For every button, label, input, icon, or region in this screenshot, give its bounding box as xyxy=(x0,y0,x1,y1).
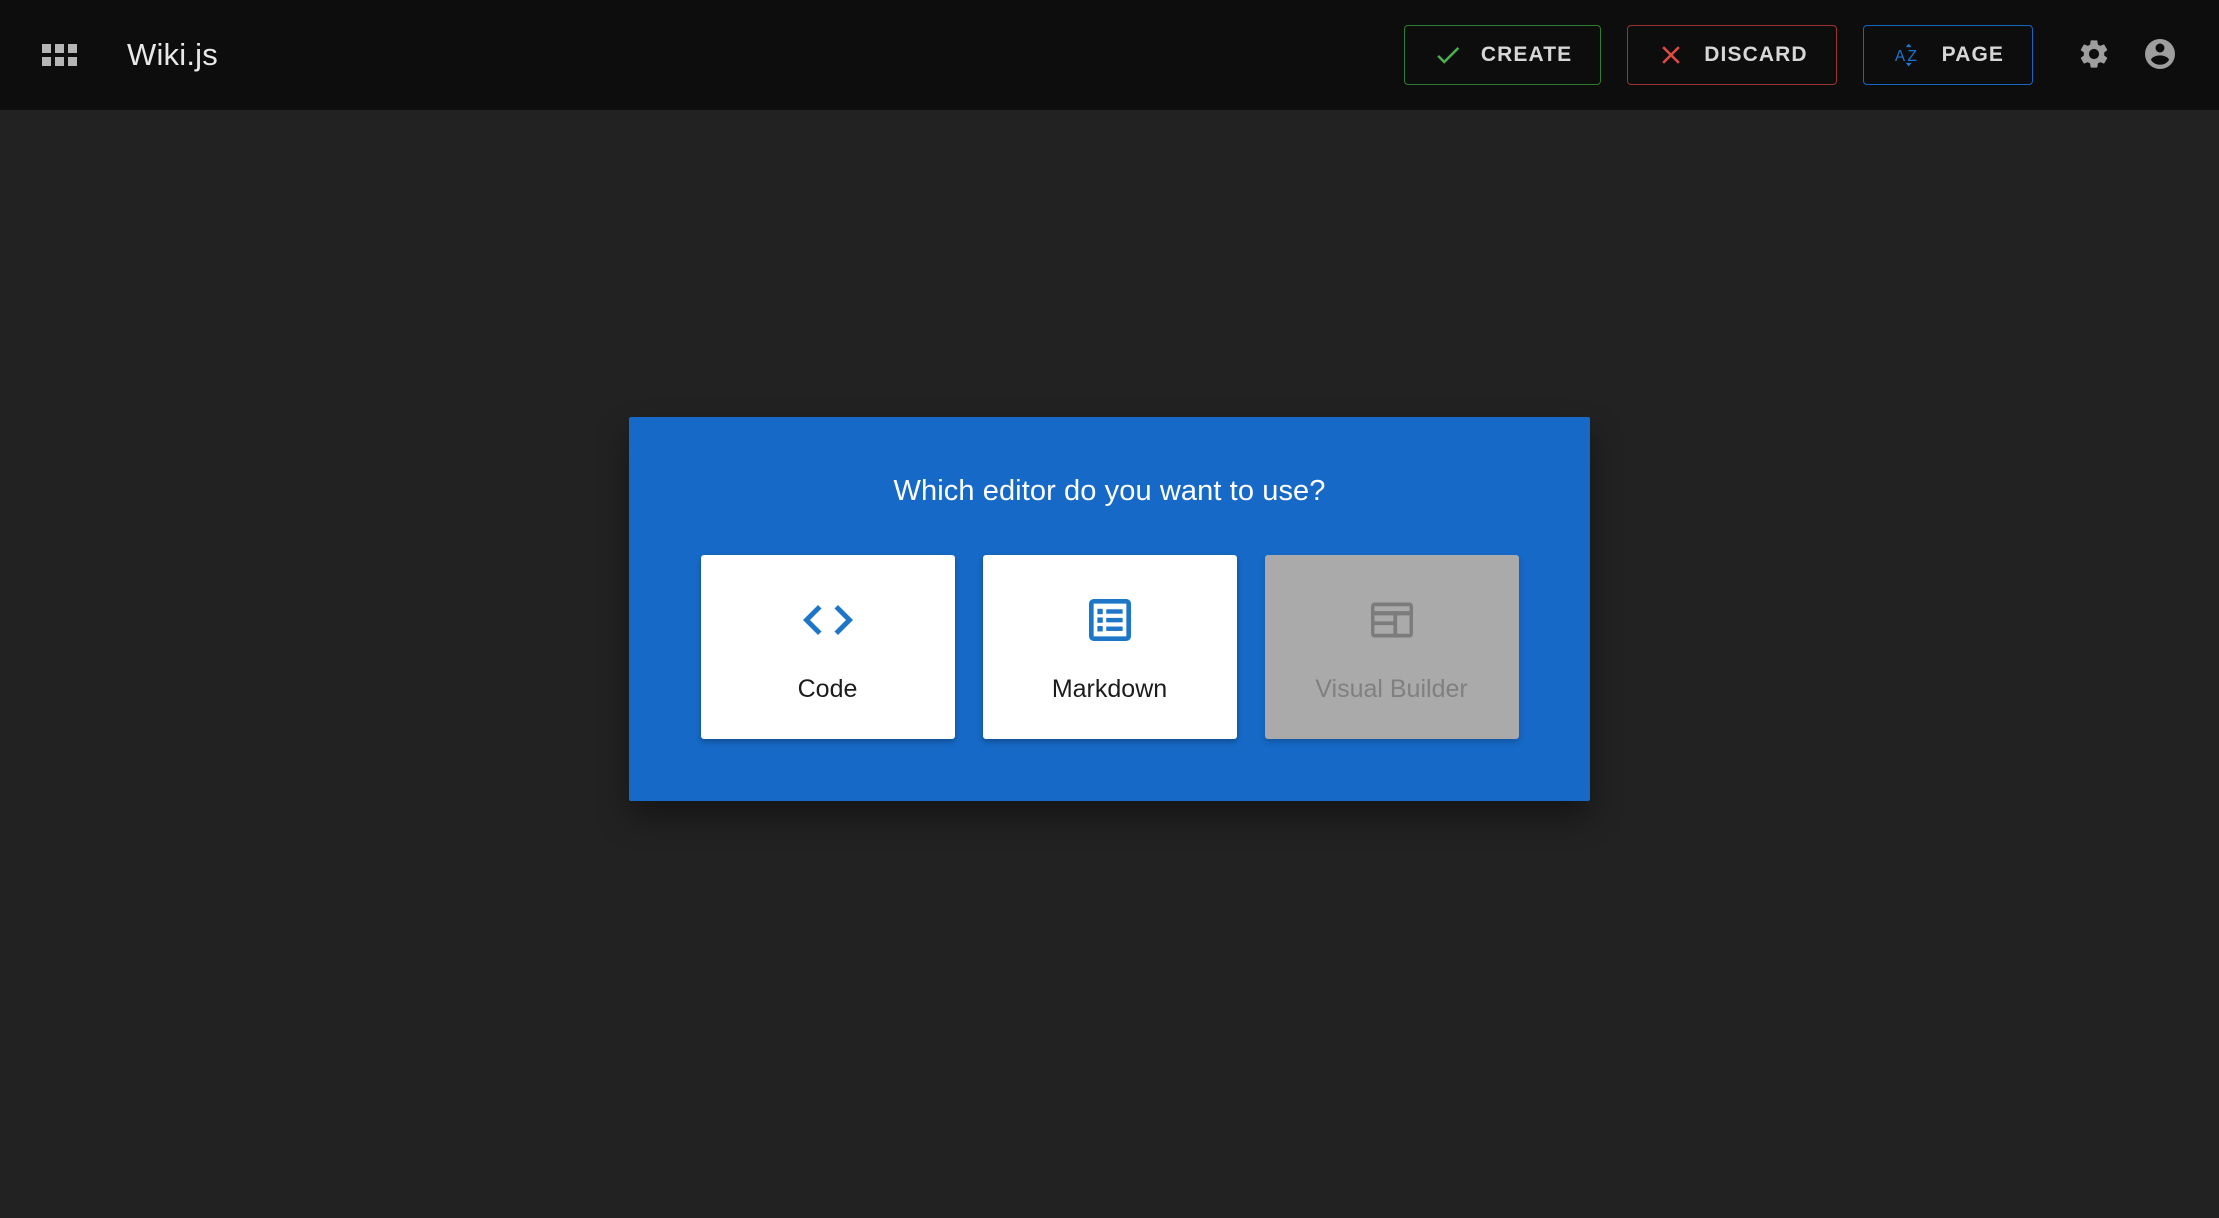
list-box-icon xyxy=(1082,589,1138,651)
close-x-icon xyxy=(1656,40,1686,70)
editor-card-visual-builder-label: Visual Builder xyxy=(1315,675,1468,704)
editor-card-markdown[interactable]: Markdown xyxy=(982,554,1237,739)
topbar-actions: CREATE DISCARD A Z PAGE xyxy=(1403,22,2193,88)
app-root: Wiki.js CREATE DISCARD A Z PAGE Which ed… xyxy=(0,0,2219,1218)
apps-grid-icon xyxy=(41,44,77,66)
svg-text:A: A xyxy=(1895,48,1907,65)
page-properties-button-label: PAGE xyxy=(1941,43,2004,66)
settings-button[interactable] xyxy=(2061,22,2127,88)
create-button-label: CREATE xyxy=(1480,43,1573,66)
code-tags-icon xyxy=(798,589,858,651)
dialog-overlay: Which editor do you want to use? Code Ma… xyxy=(0,110,2219,1218)
account-circle-icon xyxy=(2142,36,2178,75)
editor-select-dialog: Which editor do you want to use? Code Ma… xyxy=(629,417,1590,801)
discard-button[interactable]: DISCARD xyxy=(1627,25,1837,85)
apps-grid-cell xyxy=(41,57,51,66)
apps-grid-cell xyxy=(54,44,64,53)
editor-card-code[interactable]: Code xyxy=(700,554,955,739)
apps-grid-cell xyxy=(67,57,77,66)
brand-title: Wiki.js xyxy=(127,37,218,72)
editor-card-markdown-label: Markdown xyxy=(1051,675,1168,704)
gear-icon xyxy=(2077,37,2111,74)
editor-card-code-label: Code xyxy=(797,675,858,704)
apps-grid-button[interactable] xyxy=(30,26,88,84)
check-icon xyxy=(1433,40,1463,70)
discard-button-label: DISCARD xyxy=(1704,43,1808,66)
apps-grid-cell xyxy=(54,57,64,66)
editor-card-visual-builder[interactable]: Visual Builder xyxy=(1264,554,1519,739)
apps-grid-cell xyxy=(67,44,77,53)
svg-text:Z: Z xyxy=(1907,48,1918,65)
create-button[interactable]: CREATE xyxy=(1403,25,1602,85)
view-quilt-icon xyxy=(1364,589,1420,651)
editor-card-list: Code Markdown Visual Builder xyxy=(700,554,1519,739)
account-button[interactable] xyxy=(2127,22,2193,88)
sort-alphabetical-icon: A Z xyxy=(1892,39,1924,71)
dialog-title: Which editor do you want to use? xyxy=(893,475,1326,507)
top-app-bar: Wiki.js CREATE DISCARD A Z PAGE xyxy=(0,0,2219,110)
apps-grid-cell xyxy=(41,44,51,53)
page-properties-button[interactable]: A Z PAGE xyxy=(1862,25,2033,85)
